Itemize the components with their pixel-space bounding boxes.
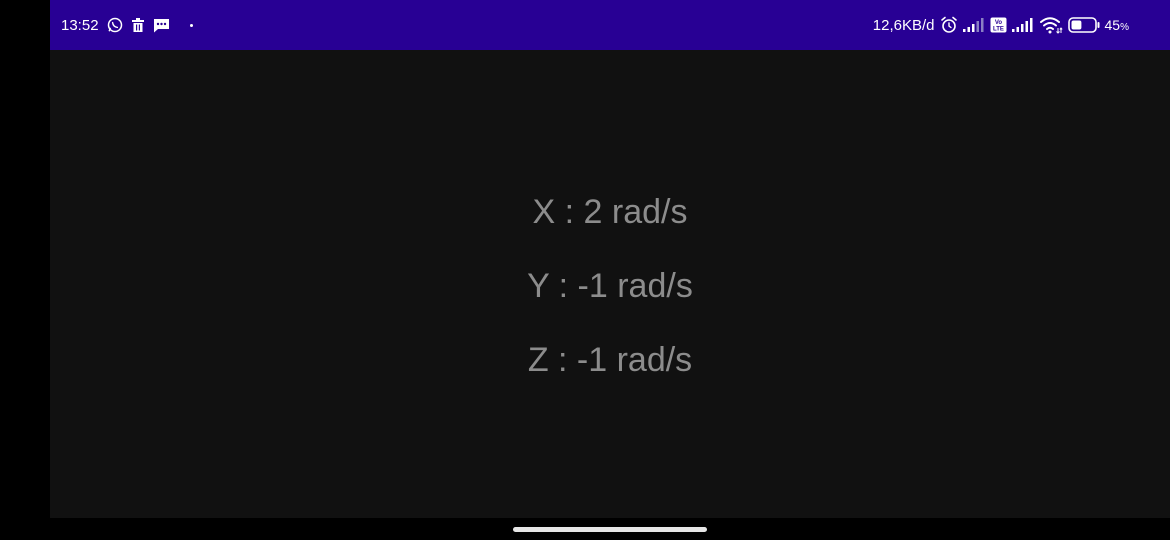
z-axis-reading: Z : -1 rad/s xyxy=(527,341,693,379)
x-axis-reading: X : 2 rad/s xyxy=(532,193,688,231)
app-screen: 13:52 12,6KB/d Vo LTE 45% X: 2 rad/s Y … xyxy=(50,0,1170,518)
navigation-bar xyxy=(0,518,1170,540)
gyroscope-readings: X : 2 rad/s Y : -1 rad/s Z : -1 rad/s xyxy=(50,0,1170,518)
y-axis-reading: Y : -1 rad/s xyxy=(527,267,693,305)
home-indicator[interactable] xyxy=(513,527,707,532)
